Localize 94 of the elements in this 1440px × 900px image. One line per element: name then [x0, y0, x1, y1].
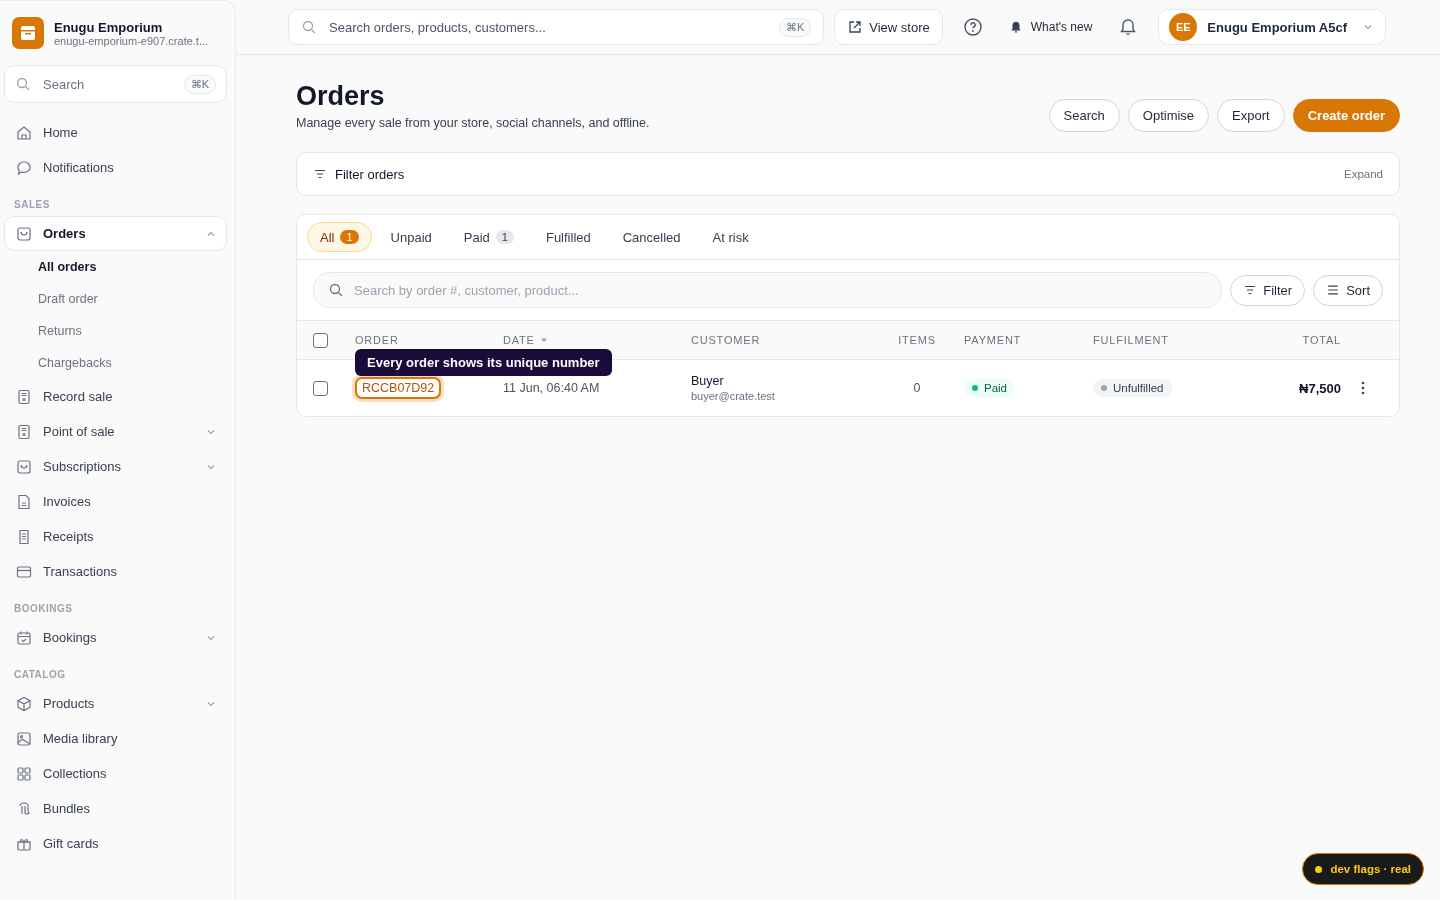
avatar: EE [1169, 13, 1198, 41]
sidebar-item[interactable]: Transactions [4, 554, 227, 589]
search-bar[interactable]: Search by order #, customer, product... [313, 272, 1223, 308]
order-date: 11 Jun, 06:40 AM [503, 381, 600, 395]
sidebar-item[interactable]: Receipts [4, 519, 227, 554]
row-checkbox[interactable] [313, 380, 328, 396]
page-title: Orders [296, 81, 386, 112]
external-link-icon [847, 19, 864, 35]
shortcut-hint: ⌘K [183, 74, 216, 94]
filter-tab[interactable]: Fulfilled [532, 222, 604, 252]
sort-icon [1326, 283, 1341, 297]
chevron-down-icon [1363, 22, 1373, 32]
filter-icon [313, 167, 327, 181]
filter-tab[interactable]: Cancelled [609, 222, 694, 252]
column-header: DATE [503, 334, 535, 346]
sidebar-item[interactable]: Notifications [4, 150, 227, 185]
fulfilment-status: Unfulfilled [1093, 379, 1172, 397]
customer-name: Buyer [691, 374, 724, 388]
cart-icon [15, 457, 33, 476]
whats-new-button[interactable]: What's new [1002, 19, 1099, 35]
sidebar-item[interactable]: Bundles [4, 791, 227, 826]
search-icon [301, 19, 317, 35]
select-all-checkbox[interactable] [313, 332, 328, 348]
bell-icon [1008, 20, 1023, 34]
page-subtitle: Manage every sale from your store, social channels, and offline. [296, 116, 650, 130]
filter-tab[interactable]: All 1 [307, 222, 372, 252]
count-badge: 1 [495, 230, 514, 244]
help-icon[interactable] [962, 17, 983, 37]
payment-status: Paid [964, 379, 1016, 397]
sidebar-item[interactable]: Orders [4, 216, 227, 251]
search-icon [15, 76, 31, 92]
search-bar[interactable]: Search orders, products, customers... ⌘K [288, 9, 825, 45]
item-count: 0 [913, 381, 921, 395]
shortcut-hint: ⌘K [778, 17, 812, 37]
action-button[interactable]: Export [1217, 99, 1285, 132]
sidebar-item[interactable]: Collections [4, 756, 227, 791]
sidebar-item[interactable]: Products [4, 686, 227, 721]
search-input[interactable]: Search by order #, customer, product... [352, 281, 1208, 299]
filter-tab[interactable]: Unpaid [377, 222, 445, 252]
search-input[interactable]: Search [41, 75, 174, 93]
filter-button[interactable]: Filter [1230, 274, 1306, 306]
count-badge: 1 [340, 230, 359, 244]
filter-icon [1243, 283, 1258, 297]
store-logo-icon [12, 17, 44, 49]
account-menu[interactable]: EE Enugu Emporium A5cf [1158, 9, 1386, 45]
column-header: PAYMENT [964, 334, 1022, 346]
search-bar[interactable]: Search ⌘K [4, 65, 227, 103]
sidebar-item[interactable]: Media library [4, 721, 227, 756]
column-header: ITEMS [898, 334, 936, 346]
receipt-icon [15, 387, 33, 406]
sidebar-subitem[interactable]: All orders [4, 251, 227, 283]
section-heading: CATALOG [13, 668, 67, 682]
doc-icon [15, 492, 33, 511]
order-total: ₦7,500 [1299, 380, 1341, 396]
view-store-button[interactable]: View store [834, 9, 943, 45]
search-icon [328, 282, 344, 298]
sidebar-subitem[interactable]: Chargebacks [4, 347, 227, 379]
sidebar-item[interactable]: Record sale [4, 379, 227, 414]
order-link[interactable]: RCCB07D92 [355, 377, 442, 399]
store-name: Enugu Emporium [54, 19, 164, 35]
sidebar-item[interactable]: Bookings [4, 620, 227, 655]
more-icon[interactable] [1361, 381, 1365, 395]
column-header: ORDER [355, 334, 399, 346]
action-button[interactable]: Optimise [1127, 99, 1210, 132]
dev-flags-badge[interactable]: dev flags · real [1302, 853, 1424, 885]
section-heading: SALES [13, 198, 51, 212]
sidebar-item[interactable]: Home [4, 115, 227, 150]
chat-icon [15, 158, 33, 177]
sidebar-item[interactable]: Point of sale [4, 414, 227, 449]
sort-button[interactable]: Sort [1313, 274, 1383, 306]
cart-icon [15, 224, 33, 243]
column-header: CUSTOMER [691, 334, 761, 346]
filter-orders-button[interactable]: Filter orders [313, 166, 405, 182]
sidebar-subitem[interactable]: Draft order [4, 283, 227, 315]
account-name: Enugu Emporium A5cf [1207, 19, 1347, 35]
filter-tab[interactable]: At risk [699, 222, 762, 252]
grid-icon [15, 764, 33, 783]
section-heading: BOOKINGS [13, 602, 74, 616]
sidebar-item[interactable]: Subscriptions [4, 449, 227, 484]
search-input[interactable]: Search orders, products, customers... [327, 18, 769, 36]
tooltip: Every order shows its unique number [355, 349, 612, 376]
column-header: TOTAL [1302, 334, 1341, 346]
store-domain: enugu-emporium-e907.crate.t... [54, 34, 209, 47]
sidebar-item[interactable]: Gift cards [4, 826, 227, 861]
sidebar-item[interactable]: Invoices [4, 484, 227, 519]
sidebar-subitem[interactable]: Returns [4, 315, 227, 347]
filter-tab[interactable]: Paid 1 [450, 222, 527, 252]
column-header: FULFILMENT [1093, 334, 1169, 346]
expand-button[interactable]: Expand [1344, 168, 1383, 180]
receipt-icon [15, 422, 33, 441]
cube-icon [15, 694, 33, 713]
action-button[interactable]: Search [1048, 99, 1120, 132]
customer-email: buyer@crate.test [691, 390, 775, 402]
image-icon [15, 729, 33, 748]
